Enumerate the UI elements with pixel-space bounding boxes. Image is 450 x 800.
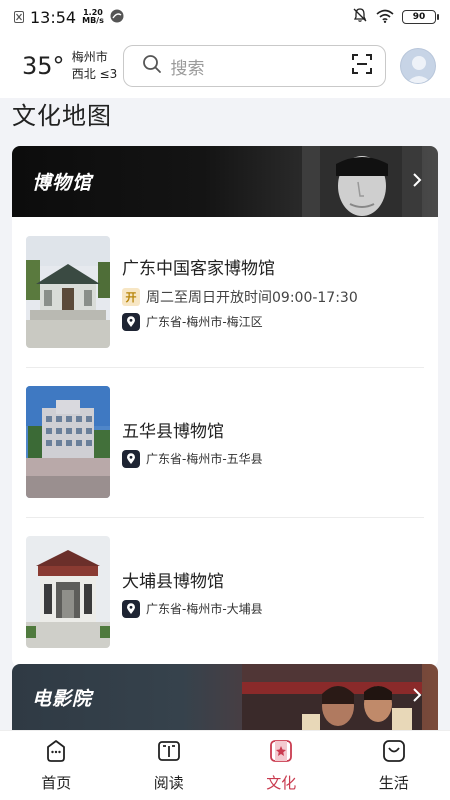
- city-name: 梅州市: [71, 50, 108, 64]
- nav-label-life: 生活: [378, 774, 409, 792]
- life-icon: [381, 738, 407, 768]
- address: 广东省-梅州市-梅江区: [122, 312, 358, 331]
- notification-icon: [14, 8, 24, 27]
- museum-name: 大埔县博物馆: [122, 571, 224, 592]
- temperature: 35°: [22, 52, 65, 80]
- museum-photo: [26, 236, 110, 348]
- museum-photo: [26, 386, 110, 498]
- nav-home[interactable]: 首页: [0, 731, 113, 800]
- location-pin-icon: [122, 599, 140, 618]
- address-text: 广东省-梅州市-五华县: [146, 452, 263, 466]
- wind-info: 西北 ≤3: [71, 67, 118, 81]
- location-pin-icon: [122, 312, 140, 331]
- nav-reading[interactable]: 阅读: [113, 731, 226, 800]
- app-notification-icon: [110, 8, 124, 27]
- search-icon: [142, 54, 162, 78]
- list-item[interactable]: 大埔县博物馆 广东省-梅州市-大埔县: [12, 517, 438, 667]
- museum-photo: [26, 536, 110, 648]
- museum-name: 五华县博物馆: [122, 421, 224, 442]
- location-info: 梅州市 西北 ≤3: [72, 49, 124, 83]
- nav-label-culture: 文化: [266, 774, 297, 792]
- address: 广东省-梅州市-五华县: [122, 449, 263, 468]
- scan-icon[interactable]: [351, 53, 373, 79]
- cinema-image: [242, 664, 422, 730]
- location-pin-icon: [122, 449, 140, 468]
- address-text: 广东省-梅州市-大埔县: [146, 602, 263, 616]
- header: 35° 梅州市 西北 ≤3 搜索: [0, 34, 450, 98]
- page-title: 文化地图: [12, 102, 112, 130]
- chevron-right-icon: [412, 172, 422, 192]
- museum-name: 广东中国客家博物馆: [122, 258, 275, 279]
- cinema-banner[interactable]: 电影院: [12, 664, 438, 730]
- home-icon: [43, 738, 69, 768]
- nav-label-reading: 阅读: [153, 774, 184, 792]
- battery-indicator: 90: [402, 10, 439, 24]
- net-speed-unit: MB/s: [82, 16, 104, 25]
- chevron-right-icon: [412, 687, 422, 707]
- address-text: 广东省-梅州市-梅江区: [146, 315, 263, 329]
- nav-label-home: 首页: [41, 774, 72, 792]
- wifi-icon: [376, 8, 394, 27]
- cinema-banner-title: 电影院: [32, 687, 93, 710]
- book-icon: [156, 738, 182, 768]
- search-input[interactable]: 搜索: [123, 45, 387, 87]
- open-icon: 开: [122, 287, 140, 306]
- status-bar: 13:54 1.20 MB/s 90: [0, 0, 450, 34]
- net-speed: 1.20 MB/s: [82, 9, 104, 25]
- avatar[interactable]: [400, 48, 436, 84]
- nav-culture[interactable]: 文化: [225, 731, 338, 800]
- statue-image: [302, 146, 422, 217]
- clock: 13:54: [30, 7, 77, 27]
- opening-hours: 开 周二至周日开放时间09:00-17:30: [122, 287, 358, 307]
- list-item[interactable]: 五华县博物馆 广东省-梅州市-五华县: [12, 367, 438, 517]
- search-placeholder: 搜索: [170, 58, 205, 79]
- museum-card: 博物馆 广东中国客家博物馆 开 周二至周日开放时间09:00-17:30 广东省…: [12, 146, 438, 667]
- museum-banner[interactable]: 博物馆: [12, 146, 438, 217]
- silent-bell-icon: [352, 7, 368, 27]
- cinema-card: 电影院: [12, 664, 438, 730]
- bottom-nav: 首页 阅读 文化 生活: [0, 730, 450, 800]
- culture-icon: [268, 738, 294, 768]
- nav-life[interactable]: 生活: [338, 731, 450, 800]
- list-item[interactable]: 广东中国客家博物馆 开 周二至周日开放时间09:00-17:30 广东省-梅州市…: [12, 217, 438, 367]
- opening-hours-text: 周二至周日开放时间09:00-17:30: [146, 289, 358, 306]
- museum-banner-title: 博物馆: [32, 172, 93, 194]
- address: 广东省-梅州市-大埔县: [122, 599, 263, 618]
